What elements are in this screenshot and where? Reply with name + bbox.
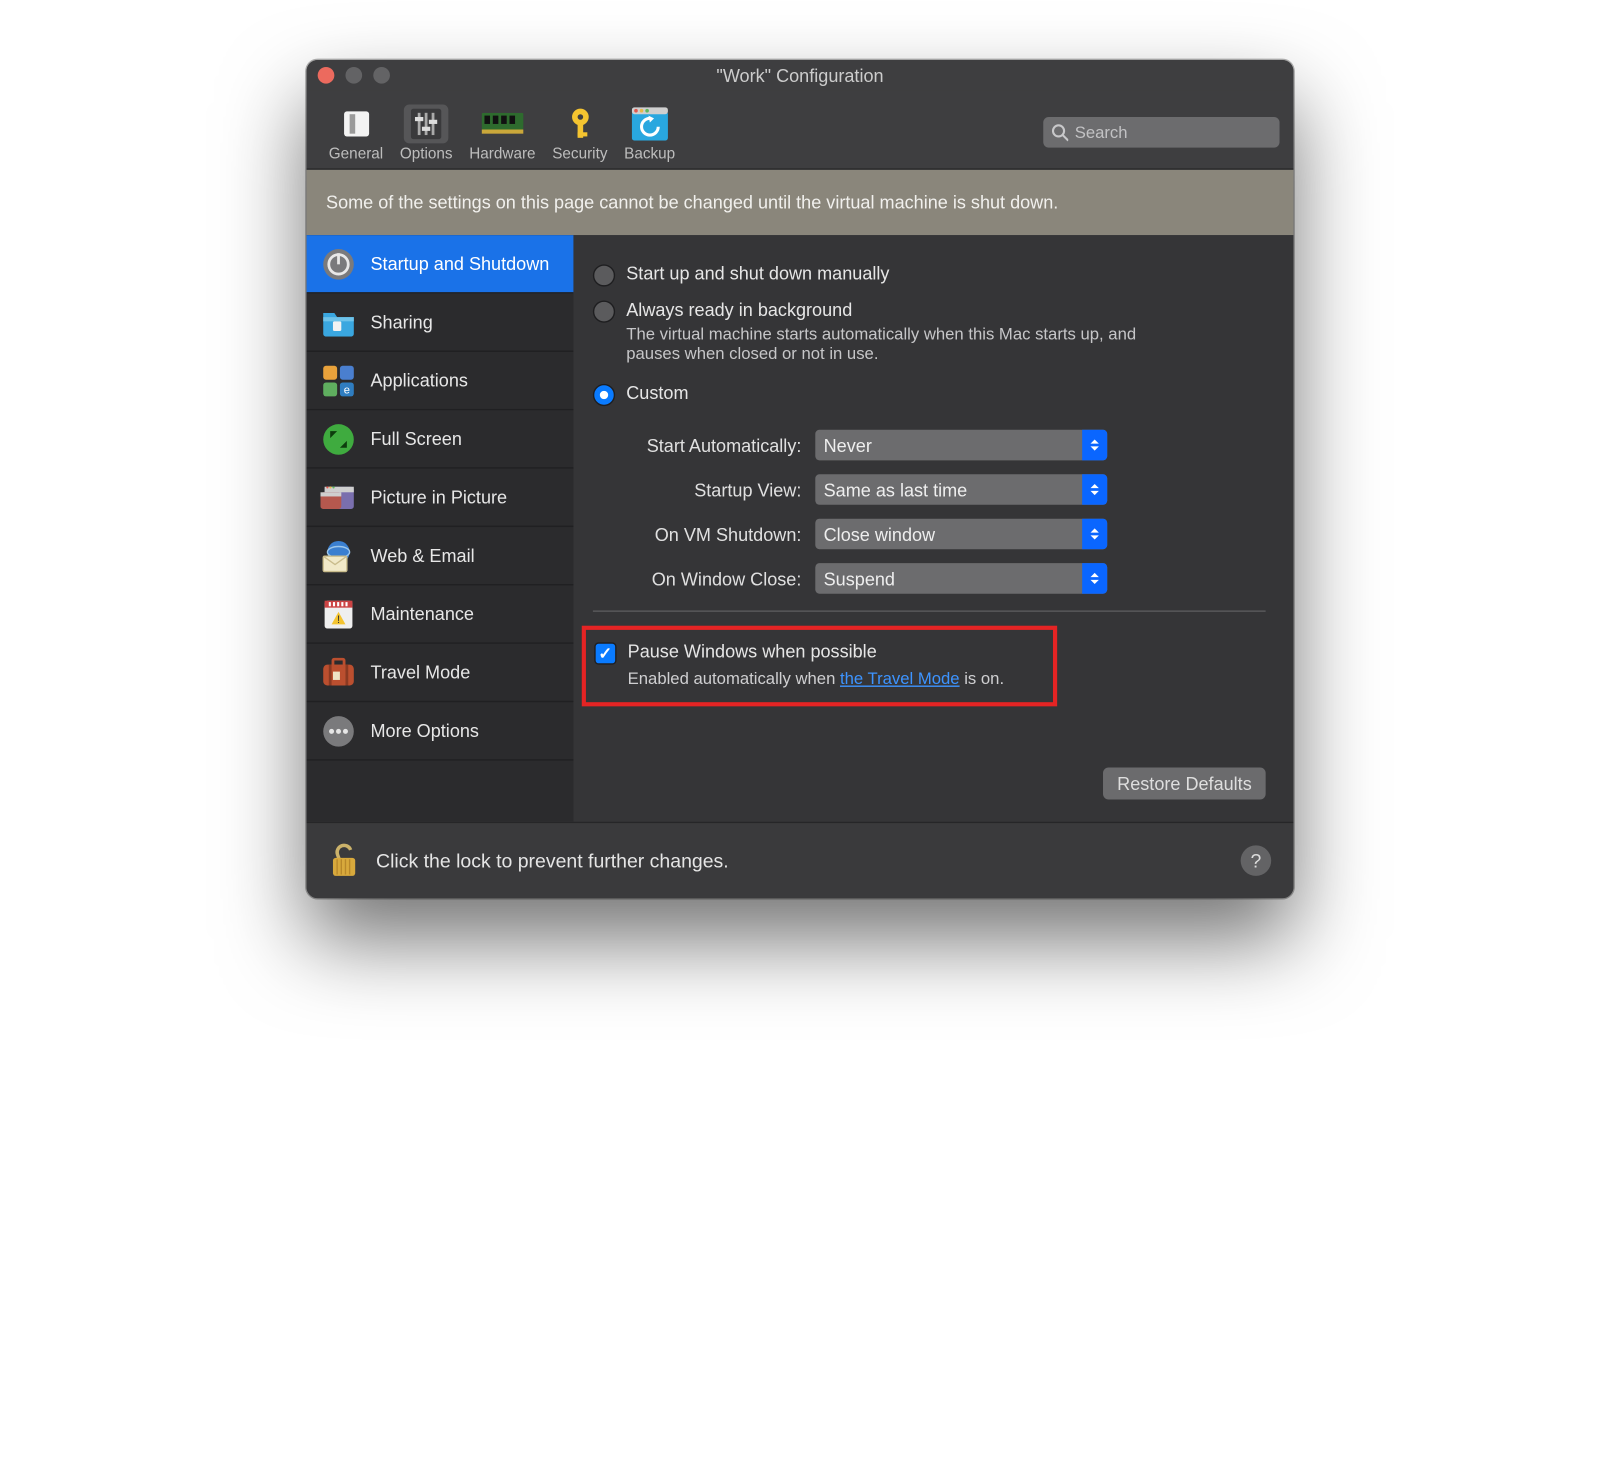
key-icon: [558, 104, 602, 143]
toolbar-security[interactable]: Security: [544, 99, 616, 166]
sidebar-item-label: Travel Mode: [370, 662, 470, 683]
sidebar-item-label: Web & Email: [370, 545, 474, 566]
toolbar-label: Hardware: [469, 146, 535, 163]
sidebar-item-startup-shutdown[interactable]: Startup and Shutdown: [307, 235, 574, 293]
select-value: Never: [824, 435, 872, 456]
row-window-close: On Window Close: Suspend: [635, 563, 1266, 594]
window-title: "Work" Configuration: [307, 65, 1294, 86]
checkbox-icon: [594, 642, 616, 664]
power-icon: [320, 246, 356, 282]
sidebar: Startup and Shutdown Sharing e Applicati…: [307, 235, 574, 822]
chevron-updown-icon: [1082, 563, 1107, 594]
suitcase-icon: [320, 654, 356, 690]
form-label: On Window Close:: [635, 568, 816, 589]
select-start-automatically[interactable]: Never: [815, 430, 1107, 461]
sidebar-item-applications[interactable]: e Applications: [307, 352, 574, 410]
sidebar-item-label: Maintenance: [370, 603, 473, 624]
row-start-automatically: Start Automatically: Never: [635, 430, 1266, 461]
config-window: "Work" Configuration General Options Har…: [307, 60, 1294, 898]
backup-icon: [627, 104, 671, 143]
web-email-icon: [320, 537, 356, 573]
pause-description: Enabled automatically when the Travel Mo…: [594, 669, 1039, 688]
help-button[interactable]: ?: [1241, 845, 1272, 876]
pip-icon: [320, 479, 356, 515]
sidebar-item-travel-mode[interactable]: Travel Mode: [307, 644, 574, 702]
sidebar-item-web-email[interactable]: Web & Email: [307, 527, 574, 585]
chevron-updown-icon: [1082, 430, 1107, 461]
folder-icon: [320, 304, 356, 340]
sidebar-item-pip[interactable]: Picture in Picture: [307, 469, 574, 527]
select-value: Suspend: [824, 568, 895, 589]
sliders-icon: [404, 104, 448, 143]
toolbar-label: Security: [552, 146, 607, 163]
fullscreen-icon: [320, 421, 356, 457]
radio-always-ready[interactable]: Always ready in background The virtual m…: [593, 299, 1266, 363]
toolbar-label: Options: [400, 146, 453, 163]
sidebar-item-maintenance[interactable]: ! Maintenance: [307, 585, 574, 643]
titlebar: "Work" Configuration: [307, 60, 1294, 91]
radio-icon: [593, 264, 615, 286]
form-label: Start Automatically:: [635, 435, 816, 456]
select-value: Close window: [824, 524, 935, 545]
restore-defaults-button[interactable]: Restore Defaults: [1103, 768, 1265, 800]
travel-mode-link[interactable]: the Travel Mode: [840, 669, 960, 688]
highlighted-region: Pause Windows when possible Enabled auto…: [582, 626, 1057, 707]
row-startup-view: Startup View: Same as last time: [635, 474, 1266, 505]
svg-text:e: e: [344, 384, 350, 396]
sidebar-item-label: More Options: [370, 720, 478, 741]
search-icon: [1052, 123, 1068, 141]
sidebar-item-label: Startup and Shutdown: [370, 253, 549, 274]
sidebar-item-label: Picture in Picture: [370, 487, 507, 508]
sidebar-item-more-options[interactable]: More Options: [307, 702, 574, 760]
ram-icon: [480, 104, 524, 143]
sidebar-item-label: Full Screen: [370, 428, 461, 449]
radio-icon: [593, 300, 615, 322]
select-vm-shutdown[interactable]: Close window: [815, 519, 1107, 550]
radio-label: Always ready in background: [626, 299, 1154, 320]
footer: Click the lock to prevent further change…: [307, 822, 1294, 898]
maintenance-icon: !: [320, 596, 356, 632]
toolbar-backup[interactable]: Backup: [616, 99, 684, 166]
radio-label: Custom: [626, 382, 688, 403]
radio-label: Start up and shut down manually: [626, 263, 889, 284]
svg-text:!: !: [337, 613, 340, 625]
sidebar-item-fullscreen[interactable]: Full Screen: [307, 410, 574, 468]
checkbox-pause-windows[interactable]: Pause Windows when possible: [594, 641, 1039, 663]
toolbar-hardware[interactable]: Hardware: [461, 99, 544, 166]
lock-button[interactable]: [329, 843, 360, 879]
sidebar-item-sharing[interactable]: Sharing: [307, 294, 574, 352]
radio-icon: [593, 384, 615, 406]
separator: [593, 610, 1266, 611]
toolbar: General Options Hardware Security Backup: [307, 91, 1294, 170]
chevron-updown-icon: [1082, 474, 1107, 505]
unlocked-lock-icon: [329, 843, 360, 879]
content-panel: Start up and shut down manually Always r…: [573, 235, 1293, 822]
select-window-close[interactable]: Suspend: [815, 563, 1107, 594]
apps-icon: e: [320, 362, 356, 398]
sidebar-item-label: Sharing: [370, 312, 432, 333]
lock-text: Click the lock to prevent further change…: [376, 850, 729, 872]
toolbar-label: General: [329, 146, 383, 163]
select-startup-view[interactable]: Same as last time: [815, 474, 1107, 505]
search-field[interactable]: [1043, 117, 1279, 148]
radio-description: The virtual machine starts automatically…: [626, 324, 1154, 363]
toolbar-label: Backup: [624, 146, 675, 163]
chevron-updown-icon: [1082, 519, 1107, 550]
form-label: On VM Shutdown:: [635, 524, 816, 545]
warning-banner: Some of the settings on this page cannot…: [307, 170, 1294, 235]
row-vm-shutdown: On VM Shutdown: Close window: [635, 519, 1266, 550]
toolbar-options[interactable]: Options: [392, 99, 461, 166]
radio-manual[interactable]: Start up and shut down manually: [593, 263, 1266, 285]
search-input[interactable]: [1075, 123, 1272, 142]
main-area: Startup and Shutdown Sharing e Applicati…: [307, 235, 1294, 822]
form-label: Startup View:: [635, 479, 816, 500]
radio-custom[interactable]: Custom: [593, 382, 1266, 404]
sidebar-item-label: Applications: [370, 370, 467, 391]
more-icon: [320, 713, 356, 749]
switch-icon: [334, 104, 378, 143]
toolbar-general[interactable]: General: [320, 99, 391, 166]
select-value: Same as last time: [824, 479, 968, 500]
checkbox-label: Pause Windows when possible: [628, 641, 877, 662]
custom-options: Start Automatically: Never Startup View:…: [593, 419, 1266, 594]
